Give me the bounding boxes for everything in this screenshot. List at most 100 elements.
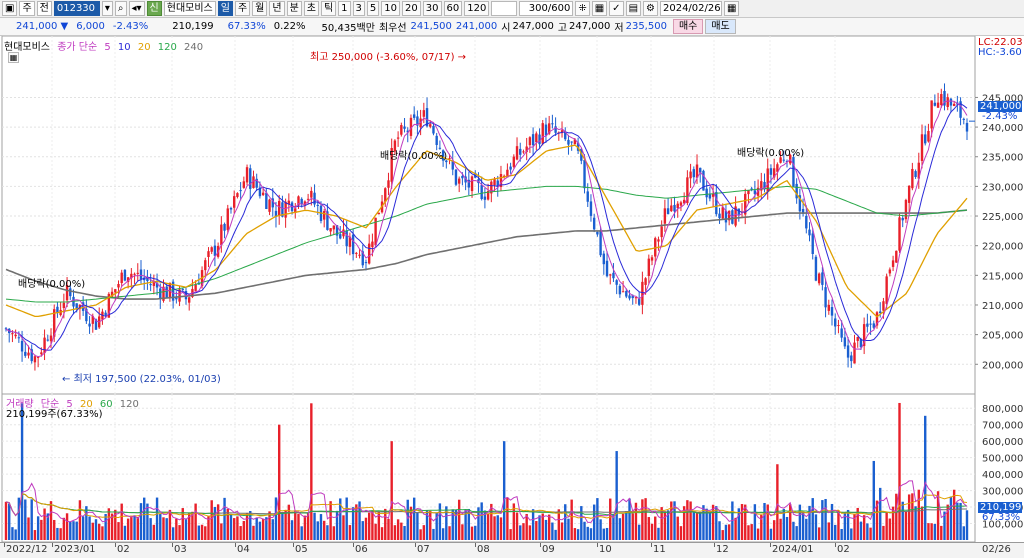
- candle-body: [586, 191, 589, 202]
- date-axis-label: 08: [477, 544, 490, 555]
- candle-body: [570, 141, 573, 143]
- interval-custom-input[interactable]: [491, 1, 518, 16]
- tab-period-day[interactable]: 일: [217, 1, 233, 16]
- volume-bar: [785, 516, 789, 540]
- interval-button-30[interactable]: 30: [422, 1, 442, 16]
- volume-bar: [441, 528, 445, 540]
- interval-button-60[interactable]: 60: [443, 1, 463, 16]
- app-icon[interactable]: ▣: [2, 1, 18, 16]
- volume-bar: [670, 501, 673, 540]
- volume-bar: [789, 504, 792, 540]
- volume-bar: [123, 525, 127, 540]
- interval-button-20[interactable]: 20: [402, 1, 421, 16]
- candle-body: [808, 229, 811, 236]
- interval-button-10[interactable]: 10: [381, 1, 401, 16]
- candle-body: [210, 247, 213, 252]
- candle-body: [625, 291, 628, 297]
- candle-body: [249, 168, 252, 189]
- candle-body: [242, 181, 246, 188]
- interval-button-1[interactable]: 1: [338, 1, 351, 16]
- price-change: 6,000: [76, 21, 105, 32]
- volume-bar: [879, 487, 882, 540]
- candle-body: [27, 352, 30, 356]
- candle-body: [75, 303, 78, 309]
- volume-bar: [763, 502, 766, 540]
- candle-body: [676, 203, 679, 209]
- stock-code-input[interactable]: 012330: [53, 1, 100, 16]
- candle-body: [965, 122, 969, 132]
- date-axis-tick: [714, 543, 715, 547]
- candle-body: [133, 273, 136, 275]
- candle-body: [329, 228, 332, 232]
- grid-icon[interactable]: ▦: [591, 1, 608, 16]
- tab-period-month[interactable]: 월: [252, 1, 268, 16]
- search-icon[interactable]: ⌕: [114, 1, 127, 16]
- candle-body: [226, 208, 229, 230]
- buy-button[interactable]: 매수: [672, 19, 704, 34]
- legend-volume-ma120: 120: [119, 399, 139, 410]
- volume-bar: [718, 521, 721, 540]
- volume-bar: [907, 494, 911, 540]
- check-icon[interactable]: ✓: [609, 1, 624, 16]
- legend-ma10: 10: [117, 42, 131, 53]
- save-icon[interactable]: ▤: [625, 1, 642, 16]
- candle-body: [962, 118, 965, 120]
- sell-button[interactable]: 매도: [705, 19, 736, 34]
- panel-toggle-icon[interactable]: ▦: [8, 52, 19, 63]
- price-chart-panel[interactable]: 200,000 205,000 210,000 215,000 220,000 225,0…: [0, 36, 1024, 394]
- candle-body: [840, 328, 843, 338]
- candle-body: [432, 125, 435, 134]
- candle-body: [62, 302, 66, 309]
- candle-body: [927, 130, 930, 142]
- hc-label: HC:-3.60: [978, 47, 1022, 58]
- volume-bar: [216, 504, 220, 540]
- candle-body: [689, 171, 692, 179]
- price-tick-label: 235,000: [982, 153, 1023, 164]
- market-select[interactable]: 주: [19, 1, 35, 16]
- volume-bar: [869, 527, 872, 540]
- volume-bar: [644, 498, 647, 540]
- volume-bar: [313, 512, 316, 540]
- legend-ma240: 240: [184, 42, 204, 53]
- crosshair-icon[interactable]: ⁜: [575, 1, 590, 16]
- interval-button-5[interactable]: 5: [366, 1, 380, 16]
- volume-bar: [660, 507, 663, 540]
- volume-bar: [528, 525, 532, 540]
- tab-period-week[interactable]: 주: [234, 1, 251, 16]
- candle-body: [20, 340, 24, 352]
- tab-period-second[interactable]: 초: [303, 1, 319, 16]
- candle-body: [194, 284, 197, 291]
- candle-body: [747, 190, 750, 195]
- chevron-down-icon[interactable]: ▾: [101, 1, 113, 16]
- volume-bar: [406, 499, 409, 540]
- tab-period-minute[interactable]: 분: [286, 1, 302, 16]
- period-select[interactable]: 전: [36, 1, 52, 16]
- volume-bar: [959, 502, 962, 540]
- volume-bar: [448, 526, 451, 540]
- volume-bar: [159, 513, 162, 540]
- volume-bar: [155, 497, 159, 540]
- volume-bar: [811, 498, 814, 540]
- gear-icon[interactable]: ⚙: [643, 1, 658, 16]
- candle-body: [371, 241, 374, 248]
- candle-body: [332, 225, 336, 230]
- volume-bar: [226, 508, 229, 540]
- low-label: 저: [614, 23, 624, 34]
- price-tick-label: 205,000: [982, 331, 1023, 342]
- volume-bar: [252, 525, 255, 540]
- volume-bar: [962, 526, 965, 540]
- date-input[interactable]: 2024/02/26: [659, 1, 722, 16]
- interval-button-3[interactable]: 3: [352, 1, 365, 16]
- volume-chart-panel[interactable]: 100,000200,000300,000400,000500,000600,0…: [0, 394, 1024, 542]
- calendar-icon[interactable]: ▦: [723, 1, 740, 16]
- price-chart[interactable]: 200,000 205,000 210,000 215,000 220,000 225,0…: [0, 36, 1024, 394]
- volume-chart[interactable]: 100,000200,000300,000400,000500,000600,0…: [0, 394, 1024, 542]
- speaker-icon[interactable]: ◂▾: [128, 1, 145, 16]
- trade-amount: 50,435백만: [321, 23, 375, 34]
- count-input[interactable]: 300/600: [519, 1, 574, 16]
- interval-button-120[interactable]: 120: [464, 1, 490, 16]
- current-price: 241,000 ▼: [16, 21, 69, 32]
- tab-period-year[interactable]: 년: [269, 1, 285, 16]
- candle-body: [313, 192, 316, 205]
- tab-period-tick[interactable]: 틱: [320, 1, 337, 16]
